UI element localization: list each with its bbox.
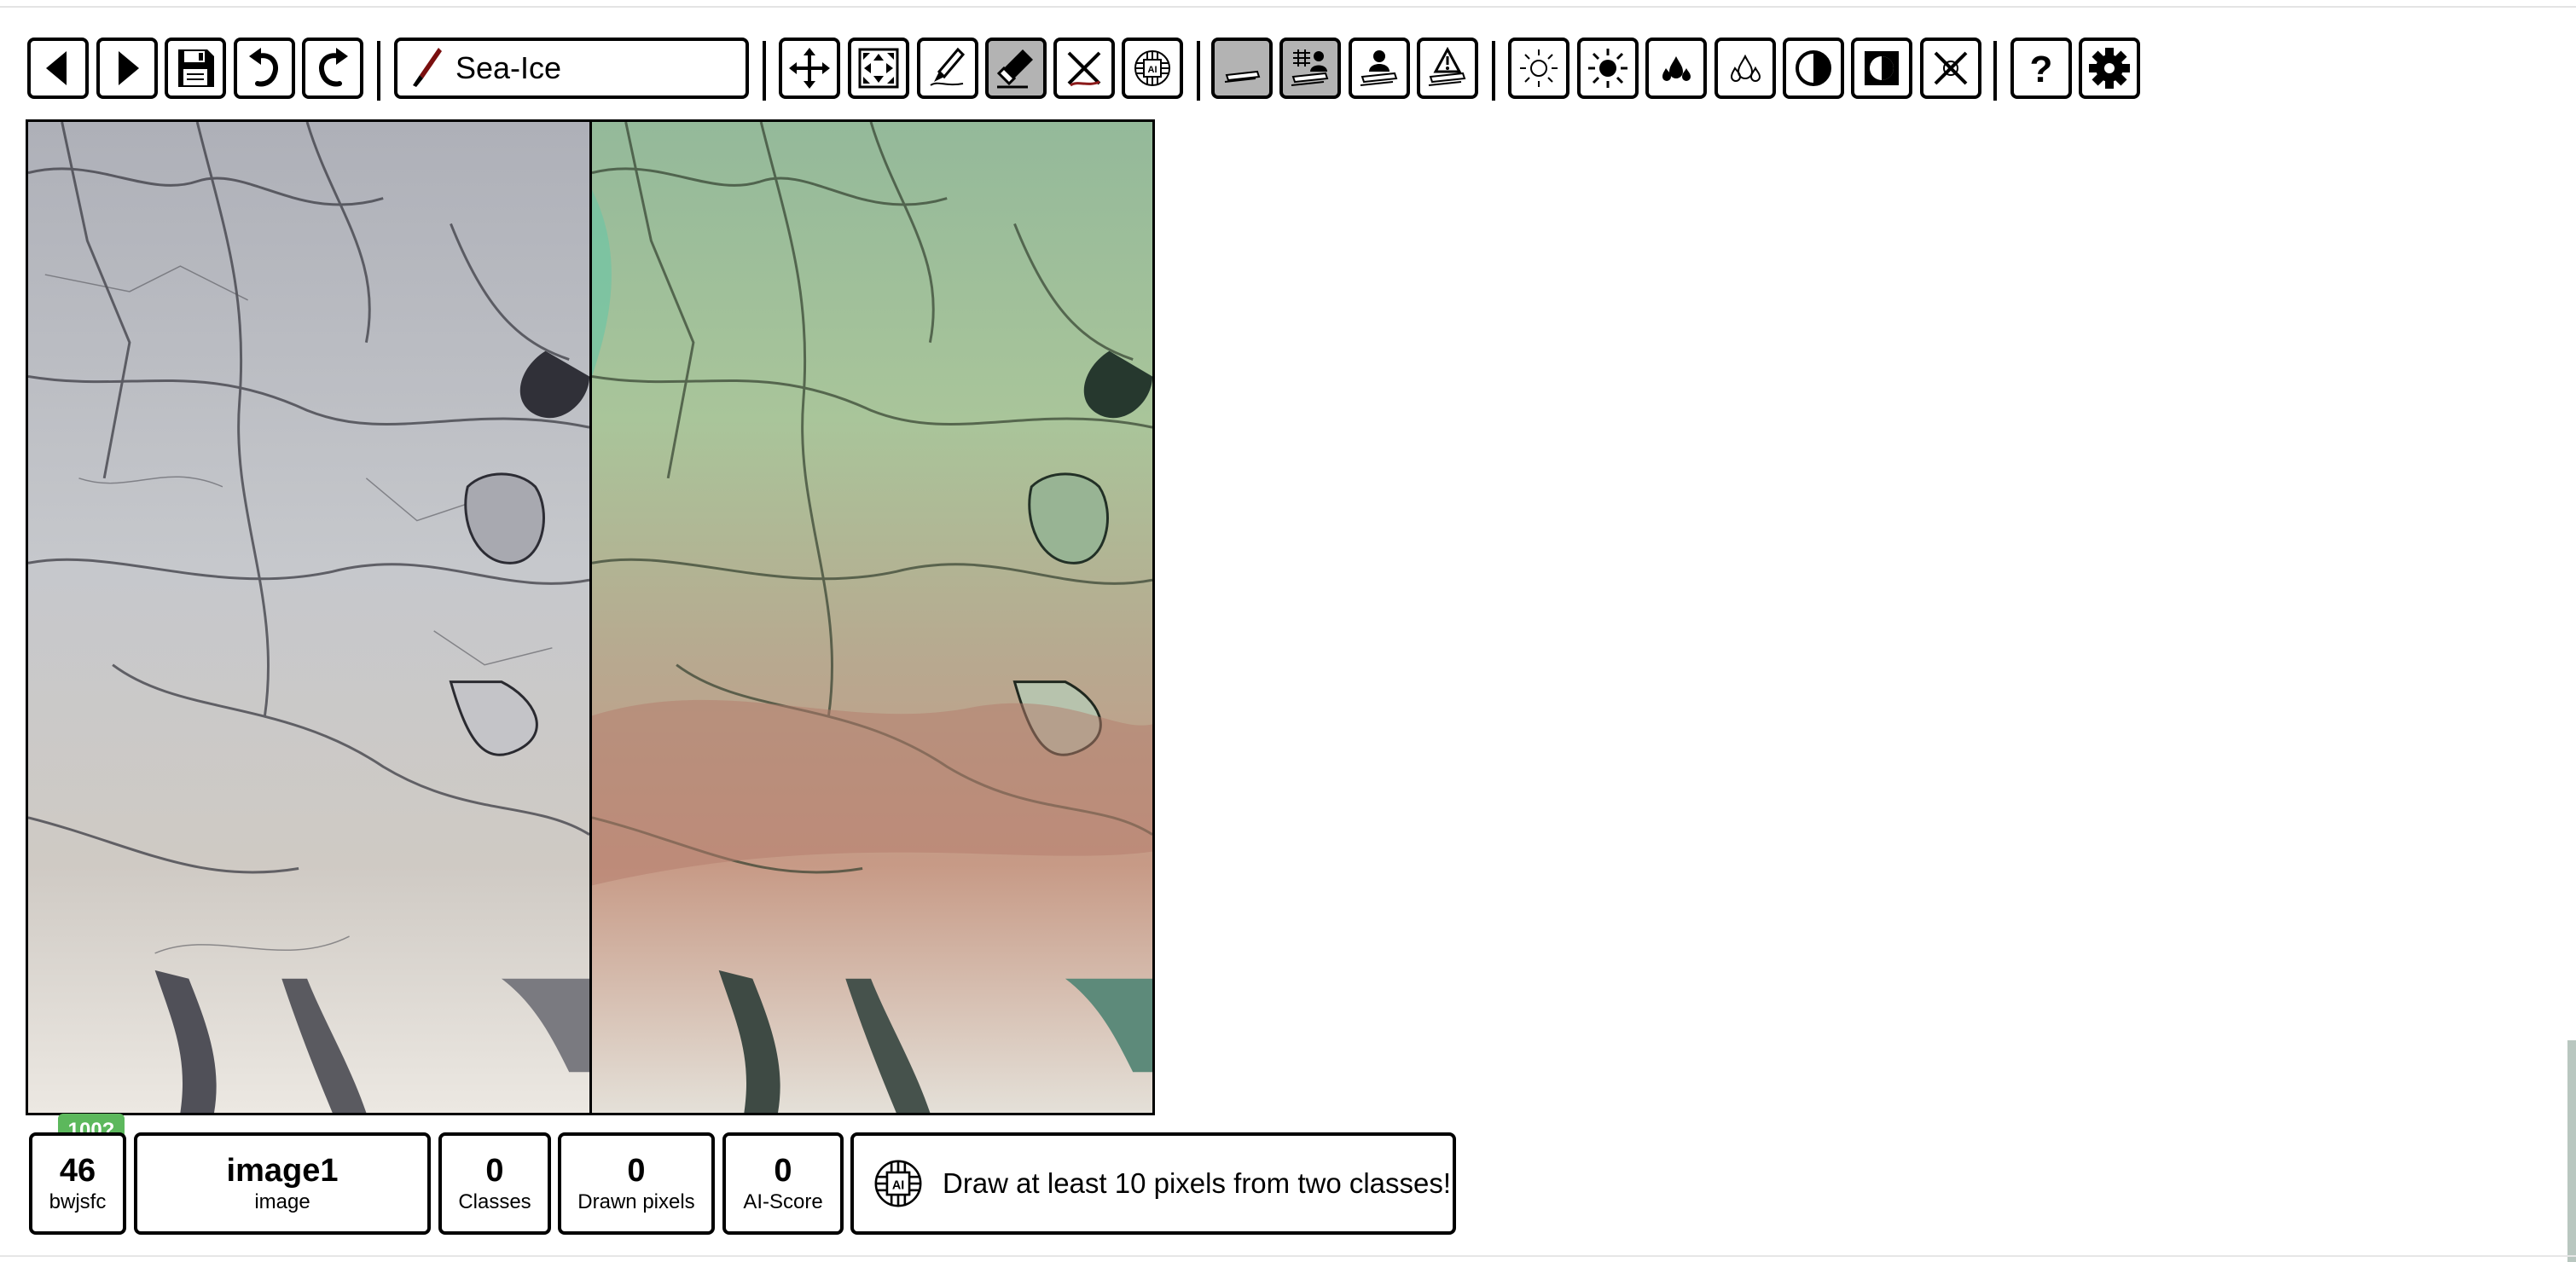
draw-pen-icon bbox=[930, 47, 966, 86]
settings-icon bbox=[2089, 48, 2130, 89]
ai-status-message: Draw at least 10 pixels from two classes… bbox=[943, 1167, 1452, 1199]
classes-card: 0 Classes bbox=[438, 1132, 551, 1235]
toolbar-separator bbox=[377, 41, 380, 101]
next-image-button[interactable] bbox=[96, 38, 158, 99]
toolbar-separator bbox=[1993, 41, 1997, 101]
move-icon bbox=[789, 48, 830, 89]
erase-tool-button[interactable] bbox=[985, 38, 1047, 99]
saturation-up-icon bbox=[1662, 56, 1691, 81]
contrast-button[interactable] bbox=[1783, 38, 1844, 99]
satellite-image-left bbox=[28, 122, 589, 1113]
ai-score-value: 0 bbox=[774, 1153, 792, 1189]
counter-card: 46 bwjsfc bbox=[29, 1132, 126, 1235]
toolbar: Sea-Ice AI ? bbox=[0, 38, 2576, 101]
saturation-down-icon bbox=[1730, 54, 1761, 82]
svg-text:AI: AI bbox=[892, 1179, 904, 1193]
svg-text:AI: AI bbox=[1148, 65, 1157, 75]
brightness-up-icon bbox=[1588, 49, 1627, 88]
clear-tool-button[interactable] bbox=[1053, 38, 1115, 99]
saturation-up-button[interactable] bbox=[1645, 38, 1707, 99]
contrast-alt-icon bbox=[1865, 51, 1899, 85]
ai-score-label: AI-Score bbox=[743, 1190, 823, 1213]
layer-image-button[interactable] bbox=[1211, 38, 1273, 99]
save-icon bbox=[178, 49, 214, 87]
info-bar: 46 bwjsfc image1 image 0 Classes 0 Drawn… bbox=[0, 1132, 2576, 1235]
drawn-pixels-value: 0 bbox=[627, 1153, 646, 1189]
help-button[interactable]: ? bbox=[2010, 38, 2072, 99]
previous-icon bbox=[46, 51, 67, 85]
ai-assist-button[interactable]: AI bbox=[1122, 38, 1183, 99]
counter-label: bwjsfc bbox=[49, 1190, 107, 1213]
satellite-image-falsecolor[interactable] bbox=[589, 119, 1155, 1115]
layer-warning-icon bbox=[1428, 46, 1466, 86]
contrast-alt-button[interactable] bbox=[1851, 38, 1912, 99]
ai-chip-icon: AI bbox=[874, 1160, 922, 1207]
class-selector[interactable]: Sea-Ice bbox=[394, 38, 749, 99]
satellite-image-right bbox=[592, 122, 1152, 1113]
reset-adjustments-icon bbox=[1934, 51, 1968, 85]
satellite-image-truecolor[interactable] bbox=[26, 119, 592, 1115]
save-button[interactable] bbox=[165, 38, 226, 99]
redo-button[interactable] bbox=[302, 38, 363, 99]
draw-tool-button[interactable] bbox=[917, 38, 978, 99]
move-tool-button[interactable] bbox=[779, 38, 840, 99]
help-icon: ? bbox=[2030, 49, 2053, 90]
svg-text:?: ? bbox=[2030, 49, 2053, 90]
ai-chip-icon: AI bbox=[1134, 50, 1170, 86]
drawn-pixels-label: Drawn pixels bbox=[577, 1190, 695, 1213]
contrast-icon bbox=[1796, 50, 1831, 86]
window-bottom-border bbox=[0, 1255, 2576, 1262]
fit-screen-icon bbox=[858, 48, 899, 89]
layer-annotation-button[interactable] bbox=[1279, 38, 1341, 99]
brightness-down-icon bbox=[1520, 49, 1558, 87]
image-name-value: image1 bbox=[226, 1153, 339, 1189]
counter-value: 46 bbox=[59, 1153, 96, 1189]
redo-icon bbox=[319, 48, 348, 87]
layer-annotation-icon bbox=[1291, 49, 1329, 86]
brush-icon bbox=[413, 48, 442, 87]
classes-label: Classes bbox=[458, 1190, 531, 1213]
reset-adjustments-button[interactable] bbox=[1920, 38, 1981, 99]
settings-button[interactable] bbox=[2079, 38, 2140, 99]
brightness-up-button[interactable] bbox=[1577, 38, 1639, 99]
layer-warning-button[interactable] bbox=[1417, 38, 1478, 99]
classes-value: 0 bbox=[485, 1153, 504, 1189]
brightness-down-button[interactable] bbox=[1508, 38, 1569, 99]
eraser-icon bbox=[996, 49, 1033, 89]
previous-image-button[interactable] bbox=[27, 38, 89, 99]
saturation-down-button[interactable] bbox=[1714, 38, 1776, 99]
undo-icon bbox=[249, 48, 278, 87]
layer-user-icon bbox=[1360, 50, 1398, 86]
toolbar-separator bbox=[1197, 41, 1200, 101]
layer-image-icon bbox=[1224, 70, 1261, 83]
image-name-label: image bbox=[254, 1190, 310, 1213]
ai-status-card[interactable]: AI Draw at least 10 pixels from two clas… bbox=[850, 1132, 1456, 1235]
window-top-border bbox=[0, 0, 2576, 8]
toolbar-separator bbox=[763, 41, 766, 101]
ai-score-card: 0 AI-Score bbox=[722, 1132, 844, 1235]
drawn-pixels-card: 0 Drawn pixels bbox=[558, 1132, 715, 1235]
toolbar-separator bbox=[1492, 41, 1495, 101]
next-icon bbox=[119, 51, 139, 85]
image-name-card: image1 image bbox=[134, 1132, 431, 1235]
class-name-label: Sea-Ice bbox=[455, 50, 562, 85]
fit-view-button[interactable] bbox=[848, 38, 909, 99]
layer-user-button[interactable] bbox=[1349, 38, 1410, 99]
clear-icon bbox=[1067, 51, 1101, 87]
undo-button[interactable] bbox=[234, 38, 295, 99]
